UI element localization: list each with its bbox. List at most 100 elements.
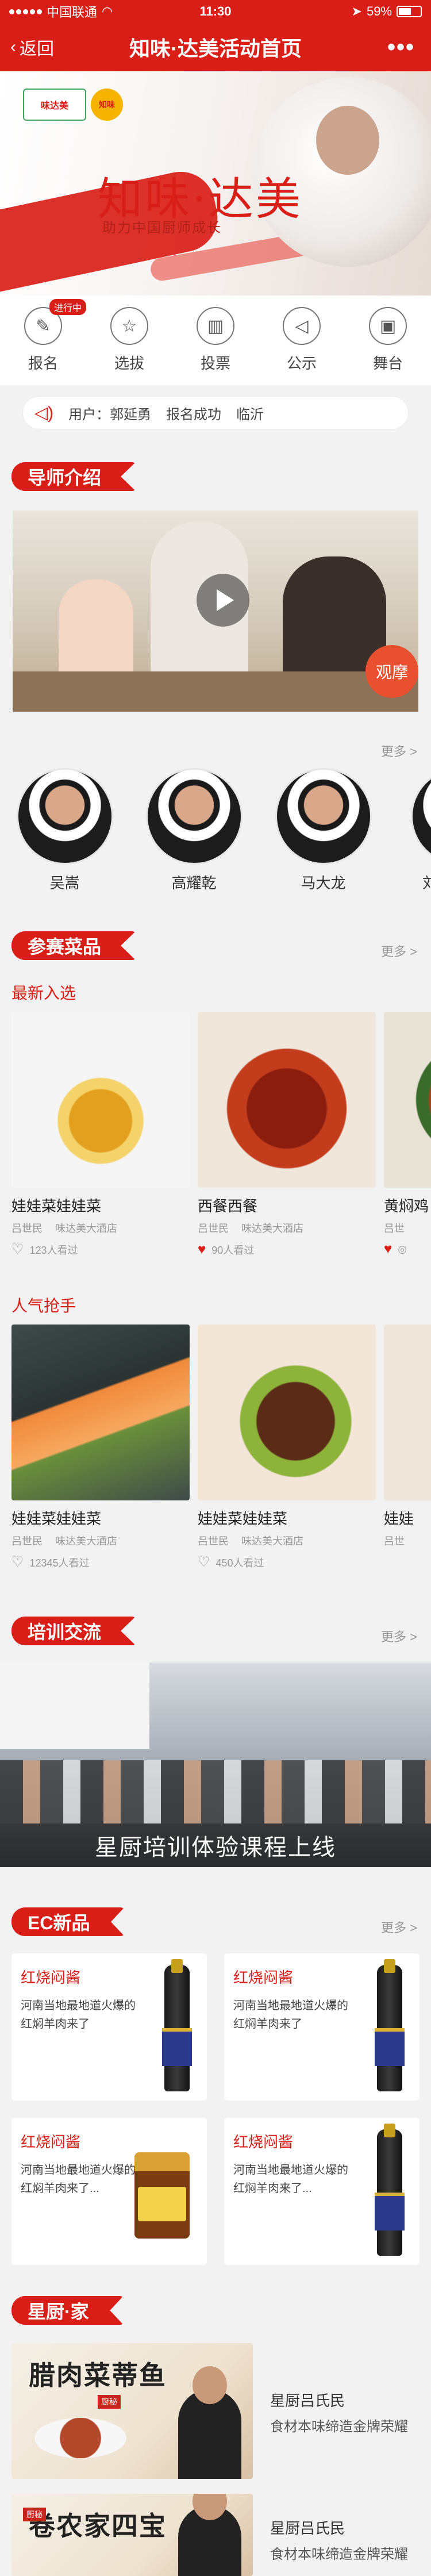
- heart-icon[interactable]: ♥: [198, 1243, 206, 1257]
- avatar: [145, 768, 243, 865]
- training-caption: 星厨培训体验课程上线: [0, 1823, 431, 1867]
- mentor-card[interactable]: 高耀乾: [129, 768, 259, 906]
- dish-author: 吕世民: [198, 1223, 229, 1234]
- dish-hotel: 味达美大酒店: [241, 1535, 303, 1547]
- quick-menu-selection[interactable]: ☆ 选拔: [86, 307, 172, 385]
- chef-home-item[interactable]: 腊肉菜蒂鱼 厨秘 星厨吕氏民 食材本味缔造金牌荣耀: [11, 2343, 420, 2481]
- dish-author: 吕世: [384, 1535, 405, 1547]
- bar-chart-icon: ▥: [197, 307, 234, 345]
- heart-icon[interactable]: ♡: [11, 1243, 24, 1257]
- heart-icon[interactable]: ♡: [198, 1556, 210, 1569]
- dish-author: 吕世: [384, 1223, 405, 1234]
- product-card[interactable]: 红烧闷酱 河南当地最地道火爆的红焖羊肉来了...: [224, 2118, 420, 2265]
- dish-calligraphy: 腊肉菜蒂鱼: [29, 2360, 167, 2391]
- mentor-more-link[interactable]: 更多 >: [381, 742, 417, 760]
- dish-name: 黄焖鸡: [384, 1197, 429, 1215]
- dish-meta: 吕世民 味达美大酒店: [11, 1533, 190, 1548]
- hero-banner[interactable]: 味达美 知味 知味·达美 助力中国厨师成长: [0, 71, 431, 295]
- chef-figure: [178, 2366, 241, 2479]
- view-icon: ◎: [398, 1243, 407, 1255]
- popular-dish-list: 娃娃菜娃娃菜 吕世民 味达美大酒店 ♡ 12345人看过 娃娃菜娃娃菜 吕世民 味达美…: [11, 1325, 431, 1570]
- notice-city: 临沂: [236, 406, 264, 423]
- popular-subhead: 人气抢手: [11, 1297, 76, 1315]
- heart-icon[interactable]: ♡: [11, 1556, 24, 1569]
- stage-icon: ▣: [369, 307, 407, 345]
- section-title: EC新品: [11, 1907, 125, 1936]
- dish-card[interactable]: 娃娃菜娃娃菜 吕世民 味达美大酒店 ♡ 12345人看过: [11, 1325, 190, 1570]
- quick-menu-label: 公示: [286, 355, 317, 372]
- dish-name: 娃娃菜娃娃菜: [198, 1510, 288, 1527]
- dish-card[interactable]: 黄焖鸡 吕世 ♥ ◎: [384, 1012, 431, 1257]
- view-count: 123人看过: [29, 1245, 78, 1256]
- play-icon[interactable]: [197, 574, 249, 627]
- mentor-section-header: 导师介绍: [0, 458, 431, 492]
- mentor-name: 吴嵩: [49, 874, 80, 892]
- quick-menu-signup[interactable]: ✎ 进行中 报名: [0, 299, 87, 385]
- ec-product-grid: 红烧闷酱 河南当地最地道火爆的红焖羊肉来了 红烧闷酱 河南当地最地道火爆的红焖羊…: [11, 1953, 420, 2265]
- mentor-video[interactable]: 观摩: [13, 510, 418, 712]
- dish-image: [384, 1325, 431, 1500]
- heart-icon[interactable]: ♥: [384, 1242, 392, 1256]
- dish-image: [11, 1012, 190, 1188]
- quick-menu-label: 选拔: [114, 355, 144, 372]
- mentor-card[interactable]: 刘: [388, 768, 431, 906]
- battery-icon: [397, 6, 422, 17]
- signup-notice-ticker[interactable]: ◁) 用户：郭延勇 报名成功 临沂: [23, 397, 408, 429]
- quick-menu-announcement[interactable]: ◁ 公示: [259, 307, 345, 385]
- dish-author: 吕世民: [11, 1535, 43, 1547]
- dish-card[interactable]: 西餐西餐 吕世民 味达美大酒店 ♥ 90人看过: [198, 1012, 376, 1257]
- product-desc: 河南当地最地道火爆的红焖羊肉来了...: [21, 2164, 136, 2195]
- dish-views: ♥ 90人看过: [198, 1242, 376, 1257]
- back-button[interactable]: ‹ 返回: [10, 34, 54, 60]
- chef-home-item[interactable]: 卷农家四宝 厨秘 星厨吕氏民 食材本味缔造金牌荣耀: [11, 2494, 420, 2576]
- watch-button[interactable]: 观摩: [365, 645, 418, 698]
- section-title: 星厨·家: [11, 2296, 124, 2325]
- dish-meta: 吕世民 味达美大酒店: [198, 1220, 376, 1235]
- newest-subhead: 最新入选: [11, 984, 76, 1002]
- mentor-card[interactable]: 马大龙: [259, 768, 388, 906]
- dish-hotel: 味达美大酒店: [55, 1535, 117, 1547]
- quick-menu-label: 报名: [28, 355, 58, 372]
- quick-menu-vote[interactable]: ▥ 投票: [172, 307, 259, 385]
- chef-desc: 食材本味缔造金牌荣耀: [270, 2419, 408, 2435]
- ec-more-link[interactable]: 更多 >: [381, 1918, 417, 1936]
- dish-name: 娃娃菜娃娃菜: [11, 1510, 102, 1527]
- battery-level: [399, 8, 411, 15]
- dish-views: ♡ 12345人看过: [11, 1555, 190, 1570]
- sauce-bottle-image: [375, 2124, 405, 2256]
- quick-menu-stage[interactable]: ▣ 舞台: [345, 307, 431, 385]
- chef-desc: 食材本味缔造金牌荣耀: [270, 2547, 408, 2562]
- hero-tagline: 助力中国厨师成长: [102, 220, 222, 236]
- dish-image: [11, 1325, 190, 1500]
- mentor-card[interactable]: 吴嵩: [0, 768, 129, 906]
- location-icon: ➤: [351, 4, 362, 18]
- section-title: 导师介绍: [11, 462, 136, 491]
- dish-card[interactable]: 娃娃菜娃娃菜 吕世民 味达美大酒店 ♡ 123人看过: [11, 1012, 190, 1257]
- page-title: 知味·达美活动首页: [129, 37, 302, 60]
- dish-card[interactable]: 娃娃菜娃娃菜 吕世民 味达美大酒店 ♡ 450人看过: [198, 1325, 376, 1570]
- product-card[interactable]: 红烧闷酱 河南当地最地道火爆的红焖羊肉来了: [11, 1953, 207, 2101]
- avatar: [275, 768, 372, 865]
- more-menu-button[interactable]: •••: [387, 34, 415, 60]
- training-banner[interactable]: 星厨培训体验课程上线: [0, 1663, 431, 1867]
- product-desc: 河南当地最地道火爆的红焖羊肉来了: [21, 1999, 136, 2030]
- status-bar: 中国联通 ◠ 11:30 ➤ 59%: [0, 0, 431, 23]
- training-more-link[interactable]: 更多 >: [381, 1627, 417, 1645]
- chevron-left-icon: ‹: [10, 37, 16, 56]
- mentor-name: 马大龙: [301, 874, 346, 892]
- signal-area: 中国联通 ◠: [9, 2, 113, 21]
- dish-more-link[interactable]: 更多 >: [381, 942, 417, 960]
- newest-dish-list: 娃娃菜娃娃菜 吕世民 味达美大酒店 ♡ 123人看过 西餐西餐 吕世民 味达美大酒店 …: [11, 1012, 431, 1257]
- sauce-bottle-image: [162, 1959, 192, 2091]
- product-card[interactable]: 红烧闷酱 河南当地最地道火爆的红焖羊肉来了...: [11, 2118, 207, 2265]
- product-card[interactable]: 红烧闷酱 河南当地最地道火爆的红焖羊肉来了: [224, 1953, 420, 2101]
- ec-section-header: EC新品 更多 >: [0, 1903, 431, 1937]
- dish-card[interactable]: 娃娃 吕世: [384, 1325, 431, 1570]
- seal-stamp: 厨秘: [98, 2395, 121, 2409]
- chef-name: 星厨吕氏民: [270, 2520, 345, 2537]
- chef-face: [316, 106, 379, 175]
- megaphone-icon: ◁: [283, 307, 321, 345]
- view-count: 90人看过: [211, 1245, 255, 1256]
- chef-home-image: 卷农家四宝 厨秘: [11, 2494, 253, 2576]
- status-right: ➤ 59%: [352, 4, 422, 19]
